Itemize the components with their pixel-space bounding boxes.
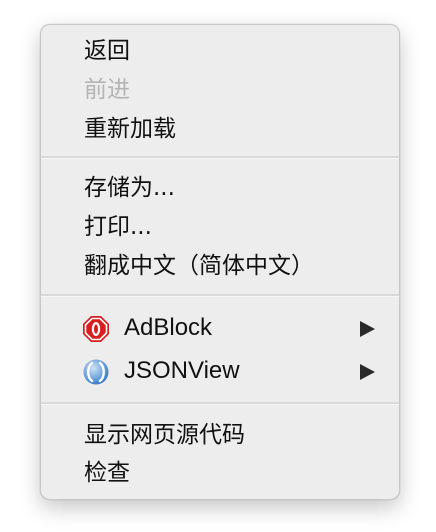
menu-item-adblock[interactable]: AdBlock bbox=[41, 309, 399, 347]
submenu-arrow-icon bbox=[360, 321, 375, 337]
menu-separator bbox=[41, 294, 399, 297]
menu-item-label: 存储为... bbox=[84, 175, 175, 201]
menu-separator bbox=[41, 156, 399, 159]
submenu-arrow-icon bbox=[360, 364, 375, 380]
menu-item-print[interactable]: 打印... bbox=[41, 208, 399, 246]
menu-item-label: 打印... bbox=[84, 214, 152, 240]
menu-item-back[interactable]: 返回 bbox=[41, 32, 399, 70]
menu-item-label: 前进 bbox=[84, 77, 130, 103]
context-menu: 返回 前进 重新加载 存储为... 打印... 翻成中文（简体中文） AdBlo… bbox=[40, 24, 400, 500]
menu-item-inspect[interactable]: 检查 bbox=[41, 454, 399, 492]
menu-item-translate[interactable]: 翻成中文（简体中文） bbox=[41, 247, 399, 285]
menu-item-jsonview[interactable]: JSONView bbox=[41, 352, 399, 390]
menu-separator bbox=[41, 402, 399, 405]
menu-item-save-as[interactable]: 存储为... bbox=[41, 169, 399, 207]
menu-item-reload[interactable]: 重新加载 bbox=[41, 110, 399, 148]
menu-item-label: 显示网页源代码 bbox=[84, 422, 245, 448]
menu-item-label: 翻成中文（简体中文） bbox=[84, 253, 314, 279]
adblock-icon bbox=[83, 316, 109, 342]
menu-item-label: 返回 bbox=[84, 38, 130, 64]
menu-item-label: AdBlock bbox=[124, 314, 213, 341]
jsonview-icon bbox=[83, 359, 109, 385]
menu-item-label: 重新加载 bbox=[84, 116, 176, 142]
menu-item-forward: 前进 bbox=[41, 71, 399, 109]
menu-item-label: JSONView bbox=[124, 357, 240, 384]
menu-item-view-source[interactable]: 显示网页源代码 bbox=[41, 416, 399, 454]
menu-item-label: 检查 bbox=[84, 460, 130, 486]
